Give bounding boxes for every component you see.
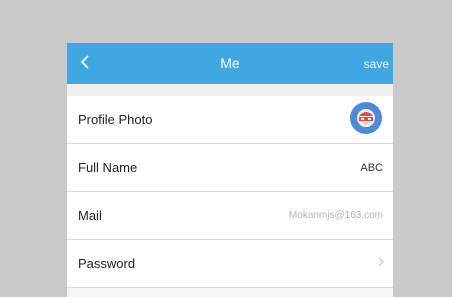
mail-row[interactable]: Mail Mokanmjs@163.com <box>67 192 393 240</box>
save-button[interactable]: save <box>364 57 389 71</box>
avatar-image <box>357 109 375 127</box>
section-gap <box>67 84 393 96</box>
avatar[interactable] <box>350 102 382 134</box>
full-name-label: Full Name <box>78 160 138 175</box>
phone-screen: Me save Profile Photo Full Name ABC Mail… <box>67 43 393 297</box>
page-title: Me <box>220 55 240 71</box>
profile-photo-label: Profile Photo <box>78 112 153 127</box>
profile-photo-row[interactable]: Profile Photo <box>67 96 393 144</box>
full-name-value: ABC <box>360 161 383 174</box>
chevron-right-icon <box>378 257 384 267</box>
password-label: Password <box>78 256 136 271</box>
full-name-row[interactable]: Full Name ABC <box>67 144 393 192</box>
navigation-bar: Me save <box>67 43 393 84</box>
mail-value: Mokanmjs@163.com <box>288 210 383 221</box>
password-row[interactable]: Password <box>67 240 393 288</box>
mail-label: Mail <box>78 208 102 223</box>
